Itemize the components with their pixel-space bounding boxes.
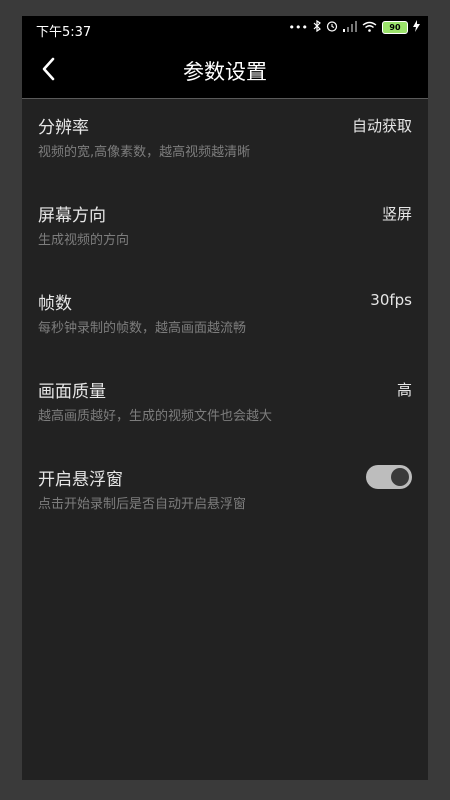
wifi-icon xyxy=(362,21,377,35)
setting-value: 30fps xyxy=(370,291,412,309)
bluetooth-icon xyxy=(313,19,321,35)
setting-label: 屏幕方向 xyxy=(38,206,106,226)
setting-resolution[interactable]: 分辨率 视频的宽,高像素数，越高视频越清晰 自动获取 xyxy=(22,99,428,187)
status-icons: ••• 90 xyxy=(288,19,420,35)
setting-value: 竖屏 xyxy=(381,205,412,223)
setting-description: 点击开始录制后是否自动开启悬浮窗 xyxy=(38,497,247,512)
setting-value: 自动获取 xyxy=(351,117,412,135)
setting-value: 高 xyxy=(396,381,412,399)
toggle-knob xyxy=(391,468,409,486)
charging-icon xyxy=(413,20,420,35)
signal-icon xyxy=(343,20,357,35)
setting-orientation[interactable]: 屏幕方向 生成视频的方向 竖屏 xyxy=(22,187,428,275)
setting-quality[interactable]: 画面质量 越高画质越好，生成的视频文件也会越大 高 xyxy=(22,363,428,451)
setting-description: 每秒钟录制的帧数，越高画面越流畅 xyxy=(38,321,247,336)
setting-description: 视频的宽,高像素数，越高视频越清晰 xyxy=(38,145,251,160)
floating-window-toggle[interactable] xyxy=(366,465,412,489)
setting-framerate[interactable]: 帧数 每秒钟录制的帧数，越高画面越流畅 30fps xyxy=(22,275,428,363)
setting-description: 生成视频的方向 xyxy=(38,233,130,248)
setting-label: 分辨率 xyxy=(38,118,89,138)
setting-label: 帧数 xyxy=(38,294,72,314)
setting-label: 开启悬浮窗 xyxy=(38,470,123,490)
app-screen: 下午5:37 ••• 90 参数设置 分辨率 视频的宽,高像素数，越高视频越清晰… xyxy=(22,16,428,780)
status-time: 下午5:37 xyxy=(36,25,92,40)
battery-icon: 90 xyxy=(382,21,408,34)
page-title: 参数设置 xyxy=(183,60,267,84)
status-bar: 下午5:37 ••• 90 xyxy=(22,16,428,42)
dots-icon: ••• xyxy=(288,21,308,34)
setting-floating-window: 开启悬浮窗 点击开始录制后是否自动开启悬浮窗 xyxy=(22,451,428,539)
setting-label: 画面质量 xyxy=(38,382,106,402)
app-header: 参数设置 xyxy=(22,42,428,99)
alarm-icon xyxy=(326,20,338,35)
setting-description: 越高画质越好，生成的视频文件也会越大 xyxy=(38,409,273,424)
